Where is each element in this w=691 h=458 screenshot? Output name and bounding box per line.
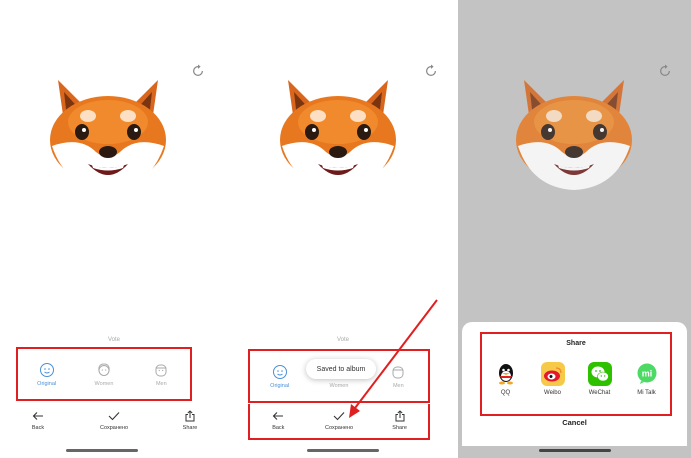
home-indicator [307,449,379,452]
share-icon [395,410,405,422]
back-button[interactable]: Back [13,410,63,431]
screen-share: Share QQ Weibo WeChat mi Mi Talk Cancel [458,0,691,458]
filter-label: Women [94,380,114,387]
toolbar-label: Сохранено [324,425,353,431]
share-sheet: Share QQ Weibo WeChat mi Mi Talk Cancel [462,322,687,446]
share-app-qq[interactable]: QQ [486,362,526,396]
screen-filters: Vote Original Women Men Back Сохранено S… [0,0,228,458]
filter-original[interactable]: Original [25,362,69,387]
back-arrow-icon [273,412,284,420]
refresh-icon[interactable] [658,64,672,78]
filter-label: Original [270,382,290,389]
filter-original[interactable]: Original [258,364,302,389]
saved-button[interactable]: Сохранено [314,410,364,431]
home-indicator [66,449,138,452]
share-button[interactable]: Share [375,410,425,431]
svg-text:mi: mi [641,369,652,379]
share-app-list: QQ Weibo WeChat mi Mi Talk [482,362,670,396]
app-label: WeChat [588,390,611,396]
home-indicator [539,449,611,452]
filter-label: Original [37,380,57,387]
share-icon [185,410,195,422]
face-women-icon [98,362,110,376]
animoji-fox-image [510,70,638,200]
back-button[interactable]: Back [253,410,303,431]
vote-label: Vote [336,337,349,343]
weibo-icon [540,362,565,386]
face-men-icon [155,364,167,376]
share-button[interactable]: Share [165,410,215,431]
toolbar-label: Share [392,425,407,431]
toolbar-label: Back [272,425,285,431]
refresh-icon[interactable] [191,64,205,78]
filter-men[interactable]: Men [376,364,420,389]
filter-men[interactable]: Men [139,362,183,387]
cancel-button[interactable]: Cancel [462,418,687,427]
share-options-box: Share QQ Weibo WeChat mi Mi Talk [480,332,672,416]
toolbar-label: Сохранено [99,425,129,431]
filter-label: Men [392,382,404,389]
share-app-weibo[interactable]: Weibo [533,362,573,396]
share-app-wechat[interactable]: WeChat [580,362,620,396]
checkmark-icon [108,412,120,421]
app-label: Weibo [544,390,561,396]
toolbar-label: Back [31,425,45,431]
vote-label: Vote [107,337,120,343]
saved-toast: Saved to album [306,359,376,379]
app-label: QQ [500,390,511,396]
animoji-fox-image [44,70,172,200]
face-original-icon [39,362,54,377]
bottom-toolbar: Back Сохранено Share [248,410,430,440]
refresh-icon[interactable] [424,64,438,78]
bottom-toolbar: Back Сохранено Share [0,410,228,440]
filter-women[interactable]: Women [82,362,126,387]
face-original-icon [272,364,287,379]
app-label: Mi Talk [637,390,656,396]
filter-label: Women [329,382,349,389]
qq-icon [494,362,518,386]
toolbar-label: Share [182,425,198,431]
filter-options-box: Original Women Men [16,347,192,401]
mitalk-icon: mi [635,362,659,386]
filter-label: Men [155,380,167,387]
face-men-icon [392,366,404,378]
wechat-icon [587,362,612,386]
animoji-fox-image [274,70,402,200]
screen-saved: Vote Original Women Men Saved to album B… [232,0,454,458]
back-arrow-icon [32,412,43,420]
checkmark-icon [333,412,345,421]
share-title: Share [566,340,586,347]
saved-button[interactable]: Сохранено [89,410,139,431]
share-app-mitalk[interactable]: mi Mi Talk [627,362,667,396]
